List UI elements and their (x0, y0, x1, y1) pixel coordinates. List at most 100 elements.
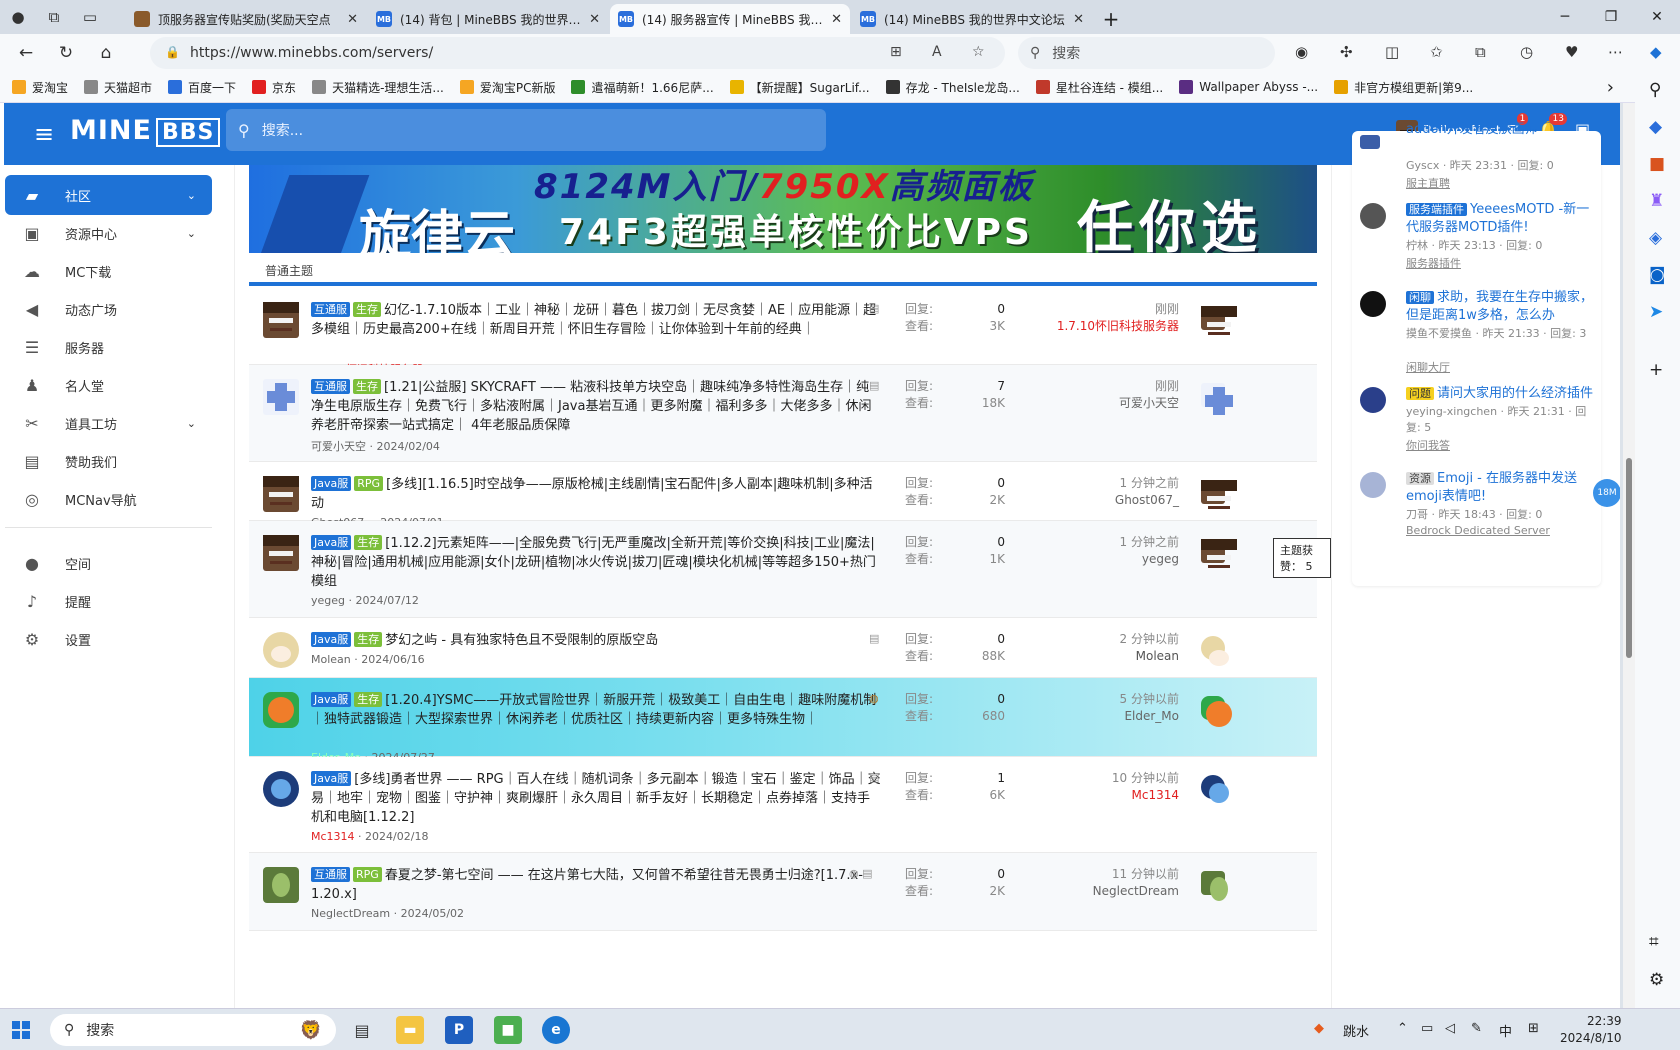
thread-row[interactable]: 互通服 RPG 春夏之梦-第七空间 —— 在这片第七大陆，又何曾不希望往昔无畏勇士归… (249, 853, 1317, 931)
back-icon[interactable]: ← (6, 34, 46, 72)
more-menu-icon[interactable]: ⋯ (1608, 43, 1623, 61)
avatar[interactable] (263, 771, 299, 807)
games-icon[interactable]: ♜ (1649, 191, 1664, 211)
battery-icon[interactable]: ▭ (1421, 1021, 1433, 1036)
latest-thread-title[interactable]: 服务端插件 YeeeesMOTD -新一代服务器MOTD插件! (1406, 201, 1596, 237)
scrollbar-thumb[interactable] (1626, 458, 1632, 658)
last-poster-avatar[interactable] (1201, 383, 1233, 415)
bookmark-item[interactable]: 爱淘宝PC新版 (459, 79, 555, 96)
ime-indicator[interactable]: 中 (1499, 1021, 1512, 1040)
close-icon[interactable]: ✕ (589, 12, 600, 27)
last-post-time[interactable]: 10 分钟以前 (1029, 770, 1179, 787)
keyboard-icon[interactable]: ⊞ (1528, 1021, 1539, 1036)
avatar[interactable] (263, 692, 299, 728)
latest-thread-forum[interactable]: 闲聊大厅 (1406, 359, 1450, 375)
latest-thread-title[interactable]: 闲聊 求助，我要在生存中搬家，但是距离1w多格，怎么办 (1406, 289, 1596, 325)
task-view-icon[interactable]: ▤ (348, 1016, 376, 1044)
minimize-icon[interactable]: ─ (1542, 0, 1588, 34)
thread-row[interactable]: 互通服 生存 [1.21|公益服] SKYCRAFT —— 粘液科技单方块空岛｜趣味… (249, 365, 1317, 462)
thread-row[interactable]: 互通服 生存 幻亿-1.7.10版本｜工业｜神秘｜龙研｜暮色｜拔刀剑｜无尽贪婪｜AE… (249, 288, 1317, 376)
outlook-icon[interactable]: ◙ (1649, 265, 1666, 285)
thread-tag[interactable]: Java服 (311, 476, 352, 491)
avatar[interactable] (263, 632, 299, 668)
latest-thread-title[interactable]: 资源 Emoji - 在服务器中发送emoji表情吧! (1406, 470, 1596, 506)
thread-tag[interactable]: 生存 (354, 632, 383, 647)
thread-tag[interactable]: 问题 (1406, 387, 1434, 400)
close-icon[interactable]: ✕ (831, 12, 842, 27)
thread-tag[interactable]: Java服 (311, 535, 352, 550)
thread-title[interactable]: 互通服 RPG 春夏之梦-第七空间 —— 在这片第七大陆，又何曾不希望往昔无畏勇士归… (311, 866, 881, 904)
thread-title[interactable]: Java服 RPG [多线][1.16.5]时空战争——原版枪械|主线剧情|宝石配件… (311, 475, 881, 513)
edge-icon[interactable]: e (542, 1016, 570, 1044)
close-icon[interactable]: ✕ (347, 12, 358, 27)
bookmark-item[interactable]: 星杜谷连结 - 模组... (1035, 79, 1163, 96)
sidebar-item-tools[interactable]: ✂ 道具工坊 ⌄ (5, 403, 212, 443)
last-post-time[interactable]: 11 分钟以前 (1029, 866, 1179, 883)
weather-icon[interactable]: ◆ (1314, 1021, 1324, 1036)
thread-author[interactable]: Mc1314 (311, 830, 355, 843)
avatar[interactable] (1360, 472, 1386, 498)
copilot-icon[interactable]: ◈ (1649, 228, 1662, 248)
tab-normal-threads[interactable]: 普通主题 (265, 262, 313, 279)
browser-tab[interactable]: MB (14) MineBBS 我的世界中文论坛 ✕ (852, 4, 1092, 34)
thread-row[interactable]: Java服 生存 [1.12.2]元素矩阵——|全服免费飞行|无严重魔改|全新开荒|… (249, 521, 1317, 618)
app-p-icon[interactable]: P (445, 1016, 473, 1044)
thread-tag[interactable]: RPG (353, 867, 382, 882)
float-badge[interactable]: 18M (1593, 479, 1620, 507)
latest-thread-title[interactable]: addon开发者皮肤画师 (1406, 121, 1596, 139)
avatar[interactable] (263, 302, 299, 338)
last-post-user[interactable]: Ghost067_ (1029, 492, 1179, 509)
chevron-up-icon[interactable]: ⌃ (1397, 1021, 1408, 1036)
latest-thread-item[interactable]: 资源 Emoji - 在服务器中发送emoji表情吧! 刀哥 · 昨天 18:43 … (1360, 470, 1595, 550)
thread-author[interactable]: yegeg (311, 594, 345, 607)
thread-author[interactable]: Molean (311, 653, 351, 666)
last-post-user[interactable]: Elder_Mo (1029, 708, 1179, 725)
page-scrollbar[interactable] (1623, 103, 1635, 1008)
browser-tab[interactable]: MB (14) 背包 | MineBBS 我的世界中文 ✕ (368, 4, 608, 34)
latest-thread-item[interactable]: 闲聊 求助，我要在生存中搬家，但是距离1w多格，怎么办 摸鱼不爱摸鱼 · 昨天 21… (1360, 289, 1596, 374)
thread-tag[interactable]: 资源 (1406, 472, 1434, 485)
avatar[interactable] (1360, 291, 1386, 317)
ad-banner[interactable]: 8124M入门/7950X高频面板 旋律云 74F3超强单核性价比VPS 任你选… (249, 165, 1317, 253)
sidebar-item-person-star[interactable]: ♟ 名人堂 (5, 365, 212, 405)
bookmark-item[interactable]: 非官方模组更新|第9... (1334, 79, 1473, 96)
latest-thread-forum[interactable]: 服主直聘 (1406, 175, 1450, 191)
avatar[interactable] (263, 535, 299, 571)
bookmark-item[interactable]: 百度一下 (168, 79, 236, 96)
menu-icon[interactable]: ≡ (34, 120, 54, 148)
latest-thread-item[interactable]: addon开发者皮肤画师 Gyscx · 昨天 23:31 · 回复: 0 服主直聘 (1360, 121, 1595, 201)
last-poster-avatar[interactable] (1201, 775, 1229, 803)
bookmark-item[interactable]: 爱淘宝 (12, 79, 68, 96)
collections-icon[interactable]: ⧉ (1475, 43, 1486, 61)
site-logo[interactable]: MINE BBS (70, 115, 221, 147)
windows-start-icon[interactable] (12, 1021, 30, 1039)
thread-tag[interactable]: 服务端插件 (1406, 203, 1467, 216)
thread-tag[interactable]: Java服 (311, 771, 352, 786)
thread-tag[interactable]: 互通服 (311, 302, 350, 317)
last-poster-avatar[interactable] (1201, 636, 1229, 666)
browser-tab[interactable]: MB (14) 服务器宣传 | MineBBS 我的世 ✕ (610, 4, 850, 34)
last-post-user[interactable]: NeglectDream (1029, 883, 1179, 900)
last-poster-avatar[interactable] (1201, 480, 1237, 504)
maximize-icon[interactable]: ❐ (1588, 0, 1634, 34)
bookmark-item[interactable]: 遣福萌新！1.66尼萨... (571, 79, 714, 96)
gear-icon[interactable]: ⚙ (1649, 970, 1664, 990)
close-window-icon[interactable]: ✕ (1634, 0, 1680, 34)
latest-thread-title[interactable]: 问题 请问大家用的什么经济插件 (1406, 385, 1596, 403)
last-post-time[interactable]: 刚刚 (1029, 378, 1179, 395)
thread-row[interactable]: Java服 [多线]勇者世界 —— RPG｜百人在线｜随机词条｜多元副本｜锻造｜宝… (249, 757, 1317, 853)
thread-row[interactable]: Java服 RPG [多线][1.16.5]时空战争——原版枪械|主线剧情|宝石配件… (249, 462, 1317, 529)
last-post-user[interactable]: 1.7.10怀旧科技服务器 (1029, 318, 1179, 335)
taskbar-search-input[interactable]: ⚲ 搜索 🦁 (50, 1014, 336, 1046)
workspaces-icon[interactable]: ⧉ (36, 0, 72, 34)
sidebar-item-resources[interactable]: ▣ 资源中心 ⌄ (5, 213, 212, 253)
home-icon[interactable]: ⌂ (86, 34, 126, 72)
site-search-input[interactable]: ⚲ 搜索... (226, 109, 826, 151)
last-post-user[interactable]: yegeg (1029, 551, 1179, 568)
last-post-time[interactable]: 2 分钟以前 (1029, 631, 1179, 648)
sidebar-item-chat[interactable]: ▰ 社区 ⌄ (5, 175, 212, 215)
avatar[interactable] (263, 379, 299, 415)
favorites-icon[interactable]: ✩ (1430, 43, 1443, 61)
clock[interactable]: 22:39 2024/8/10 (1560, 1013, 1622, 1047)
last-post-time[interactable]: 1 分钟之前 (1029, 475, 1179, 492)
